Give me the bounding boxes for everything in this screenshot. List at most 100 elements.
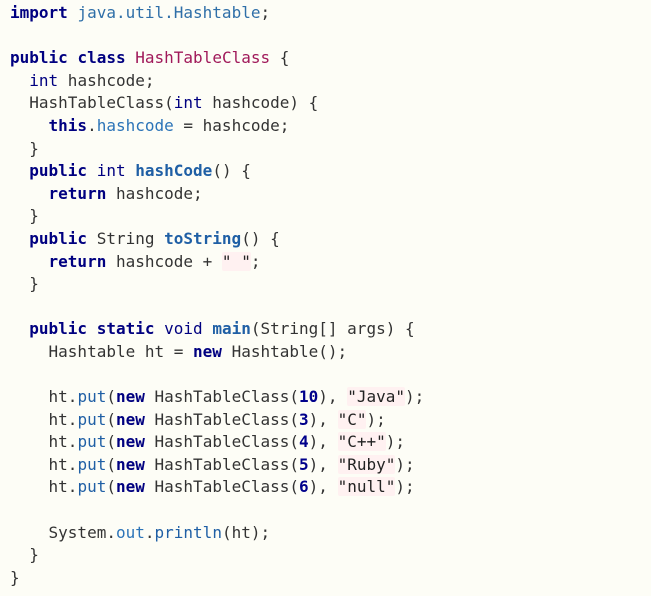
code-token: int — [96, 161, 126, 181]
code-token: " " — [221, 251, 251, 271]
code-token: ht. — [10, 409, 78, 429]
code-token: "Ruby" — [337, 454, 396, 474]
code-token: ); — [404, 387, 425, 407]
code-token: "null" — [337, 477, 396, 497]
code-line: } — [10, 544, 651, 567]
code-token: put — [77, 432, 107, 452]
code-token: "C++" — [337, 432, 386, 452]
code-token: ; — [260, 3, 271, 22]
code-token: = hashcode; — [173, 115, 290, 135]
code-token: ); — [385, 432, 405, 452]
code-token: new — [115, 454, 145, 474]
code-block: import java.util.Hashtable; public class … — [0, 0, 651, 589]
code-line: System.out.println(ht); — [10, 522, 651, 545]
code-token: ht. — [10, 432, 78, 452]
code-token: } — [10, 206, 39, 226]
code-token: put — [77, 409, 107, 429]
code-line: ht.put(new HashTableClass(6), "null"); — [10, 476, 651, 499]
code-token: 5 — [299, 454, 309, 474]
code-line: ht.put(new HashTableClass(4), "C++"); — [10, 431, 651, 454]
code-token: { — [270, 48, 290, 68]
code-token: ht. — [10, 387, 78, 407]
code-line: } — [10, 205, 651, 228]
code-token: String — [87, 228, 165, 248]
code-token: ( — [106, 409, 116, 429]
code-token: put — [77, 387, 107, 407]
code-line: } — [10, 138, 651, 161]
code-token: ); — [395, 454, 415, 474]
code-token: . — [87, 115, 97, 135]
code-token: println — [154, 522, 222, 542]
code-token: ), — [308, 454, 338, 474]
code-token: hashcode; — [58, 70, 155, 90]
code-token: 3 — [299, 409, 309, 429]
code-token: hashcode + — [106, 251, 222, 271]
code-token: } — [10, 274, 39, 294]
code-line: public class HashTableClass { — [10, 47, 651, 70]
code-token: java.util.Hashtable — [77, 3, 261, 22]
code-token: public — [29, 228, 88, 248]
code-line: } — [10, 567, 651, 590]
code-token: new — [115, 409, 145, 429]
code-token: ( — [106, 387, 116, 407]
code-token: public — [29, 319, 88, 339]
code-token: } — [10, 545, 39, 565]
code-token: import — [10, 3, 68, 22]
code-token: ht. — [10, 454, 78, 474]
code-line: import java.util.Hashtable; — [10, 2, 651, 25]
code-token: ), — [308, 477, 338, 497]
code-line: HashTableClass(int hashcode) { — [10, 92, 651, 115]
code-token: return — [48, 183, 107, 203]
code-token: HashTableClass — [135, 48, 271, 68]
code-token: new — [115, 432, 145, 452]
code-token: out — [115, 522, 145, 542]
code-token: } — [10, 567, 20, 587]
code-token: class — [77, 48, 126, 68]
code-token: Hashtable ht = — [10, 341, 194, 361]
code-token: ( — [106, 477, 116, 497]
code-token: public — [29, 161, 88, 181]
code-token: HashTableClass( — [144, 432, 300, 452]
code-token: HashTableClass( — [144, 409, 300, 429]
code-token: 10 — [299, 387, 319, 407]
code-token: hashcode; — [106, 183, 203, 203]
code-line: ht.put(new HashTableClass(3), "C"); — [10, 409, 651, 432]
code-line: ht.put(new HashTableClass(5), "Ruby"); — [10, 454, 651, 477]
code-token: this — [48, 115, 88, 135]
code-token: hashCode — [135, 161, 213, 181]
code-line: public int hashCode() { — [10, 160, 651, 183]
code-token: ( — [106, 454, 116, 474]
code-token: "C" — [337, 409, 367, 429]
code-line: return hashcode; — [10, 183, 651, 206]
code-line: this.hashcode = hashcode; — [10, 115, 651, 138]
code-token: () { — [241, 228, 280, 248]
code-token: System. — [10, 522, 116, 542]
code-token: new — [193, 341, 222, 361]
code-token: put — [77, 477, 107, 497]
code-token: HashTableClass( — [144, 387, 300, 407]
code-token: 4 — [299, 432, 309, 452]
code-token: toString — [164, 228, 242, 248]
code-token: return — [48, 251, 107, 271]
code-token: ); — [366, 409, 386, 429]
code-token: (String[] args) { — [250, 319, 415, 339]
code-token: HashTableClass( — [144, 454, 300, 474]
code-token: 6 — [299, 477, 309, 497]
code-token: put — [77, 454, 107, 474]
code-token: ), — [318, 387, 348, 407]
